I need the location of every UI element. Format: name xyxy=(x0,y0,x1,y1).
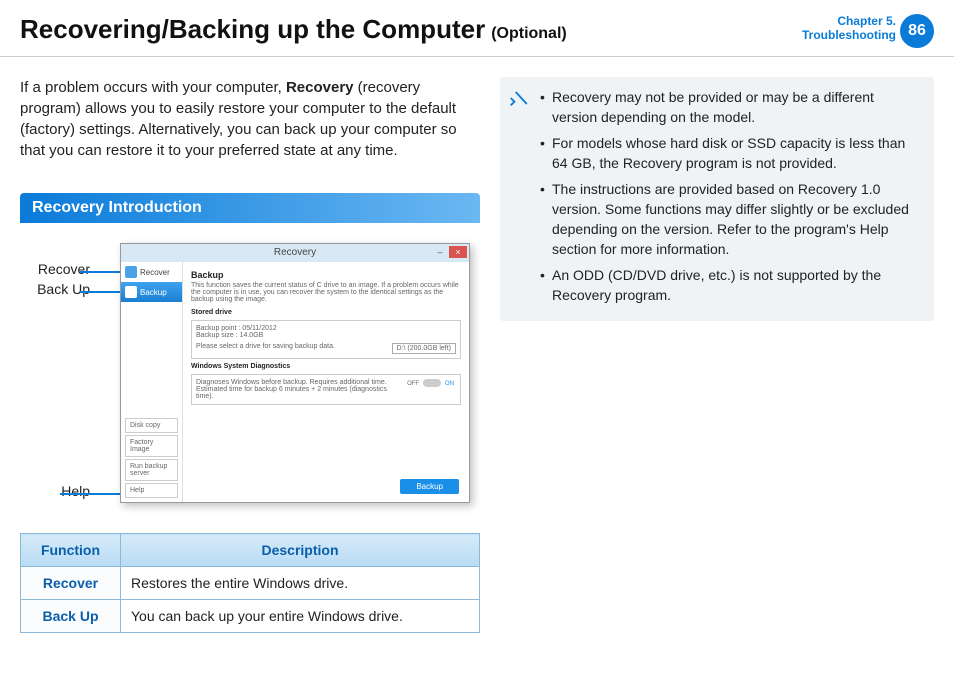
diag-box: OFF ON Diagnoses Windows before backup. … xyxy=(191,374,461,405)
main-heading: Backup xyxy=(191,270,461,280)
sidebar-factory-image: Factory Image xyxy=(125,435,178,457)
callout-line-recover xyxy=(80,271,124,273)
backup-icon xyxy=(125,286,137,298)
row-name: Back Up xyxy=(21,600,121,633)
callout-help: Help xyxy=(20,483,90,499)
page-title-wrap: Recovering/Backing up the Computer (Opti… xyxy=(20,14,567,45)
drive-dropdown: D:\ (200.0GB left) xyxy=(392,343,456,354)
row-name: Recover xyxy=(21,567,121,600)
row-desc: You can back up your entire Windows driv… xyxy=(121,600,480,633)
callout-backup: Back Up xyxy=(20,281,90,297)
toggle-off: OFF xyxy=(405,381,421,387)
table-header-row: Function Description xyxy=(21,534,480,567)
intro-paragraph: If a problem occurs with your computer, … xyxy=(20,77,480,161)
page-header: Recovering/Backing up the Computer (Opti… xyxy=(0,0,954,57)
page-number-badge: 86 xyxy=(900,14,934,48)
function-table: Function Description Recover Restores th… xyxy=(20,533,480,633)
note-icon xyxy=(508,87,530,109)
window-buttons: – × xyxy=(431,246,467,258)
diag-desc: Diagnoses Windows before backup. Require… xyxy=(196,379,387,400)
note-item: Recovery may not be provided or may be a… xyxy=(540,87,922,127)
sidebar-disk-copy: Disk copy xyxy=(125,418,178,433)
page-subtitle: (Optional) xyxy=(491,25,567,43)
main-desc: This function saves the current status o… xyxy=(191,282,461,303)
note-list: Recovery may not be provided or may be a… xyxy=(540,87,922,305)
chapter-label: Chapter 5. Troubleshooting xyxy=(802,14,896,42)
page-title: Recovering/Backing up the Computer xyxy=(20,14,485,45)
sidebar-run-backup-server: Run backup server xyxy=(125,459,178,481)
toggle-switch-icon xyxy=(423,379,441,387)
table-row: Recover Restores the entire Windows driv… xyxy=(21,567,480,600)
th-description: Description xyxy=(121,534,480,567)
intro-before: If a problem occurs with your computer, xyxy=(20,79,286,96)
window-title: Recovery xyxy=(274,247,316,258)
table-row: Back Up You can back up your entire Wind… xyxy=(21,600,480,633)
main-panel: Backup This function saves the current s… xyxy=(183,262,469,502)
chapter-wrap: Chapter 5. Troubleshooting 86 xyxy=(802,14,934,48)
chapter-line1: Chapter 5. xyxy=(802,14,896,28)
recovery-screenshot: Recovery – × Recover Backup Disk copy Fa… xyxy=(120,243,470,503)
sidebar-label-backup: Backup xyxy=(140,288,167,297)
th-function: Function xyxy=(21,534,121,567)
backup-button: Backup xyxy=(400,479,459,494)
window-body: Recover Backup Disk copy Factory Image R… xyxy=(121,262,469,502)
screenshot-with-callouts: Recover Back Up Help Recovery – × Recove… xyxy=(20,243,480,523)
note-item: An ODD (CD/DVD drive, etc.) is not suppo… xyxy=(540,265,922,305)
content-columns: If a problem occurs with your computer, … xyxy=(0,57,954,633)
sidebar-item-recover: Recover xyxy=(121,262,182,282)
toggle-on: ON xyxy=(443,381,456,387)
left-column: If a problem occurs with your computer, … xyxy=(20,77,480,633)
sidebar-item-backup: Backup xyxy=(121,282,182,302)
diag-toggle: OFF ON xyxy=(405,379,456,387)
stored-drive-box: Backup point : 05/11/2012 Backup size : … xyxy=(191,320,461,359)
diag-label: Windows System Diagnostics xyxy=(191,363,461,370)
minimize-icon: – xyxy=(431,246,449,258)
callout-line-help xyxy=(60,493,124,495)
backup-point: Backup point : 05/11/2012 xyxy=(196,325,456,332)
backup-size: Backup size : 14.0GB xyxy=(196,332,456,339)
note-box: Recovery may not be provided or may be a… xyxy=(500,77,934,321)
callout-recover: Recover xyxy=(20,261,90,277)
sidebar: Recover Backup Disk copy Factory Image R… xyxy=(121,262,183,502)
chapter-line2: Troubleshooting xyxy=(802,28,896,42)
right-column: Recovery may not be provided or may be a… xyxy=(500,77,934,633)
row-desc: Restores the entire Windows drive. xyxy=(121,567,480,600)
close-icon: × xyxy=(449,246,467,258)
callout-line-backup xyxy=(80,291,124,293)
select-drive-text: Please select a drive for saving backup … xyxy=(196,343,335,350)
sidebar-bottom-group: Disk copy Factory Image Run backup serve… xyxy=(125,416,178,498)
sidebar-label-recover: Recover xyxy=(140,268,170,277)
window-title-bar: Recovery – × xyxy=(121,244,469,262)
note-item: For models whose hard disk or SSD capaci… xyxy=(540,133,922,173)
stored-drive-label: Stored drive xyxy=(191,309,461,316)
section-heading: Recovery Introduction xyxy=(20,193,480,223)
intro-bold: Recovery xyxy=(286,79,354,96)
sidebar-help: Help xyxy=(125,483,178,498)
note-item: The instructions are provided based on R… xyxy=(540,179,922,259)
select-drive-row: Please select a drive for saving backup … xyxy=(196,343,456,354)
recover-icon xyxy=(125,266,137,278)
